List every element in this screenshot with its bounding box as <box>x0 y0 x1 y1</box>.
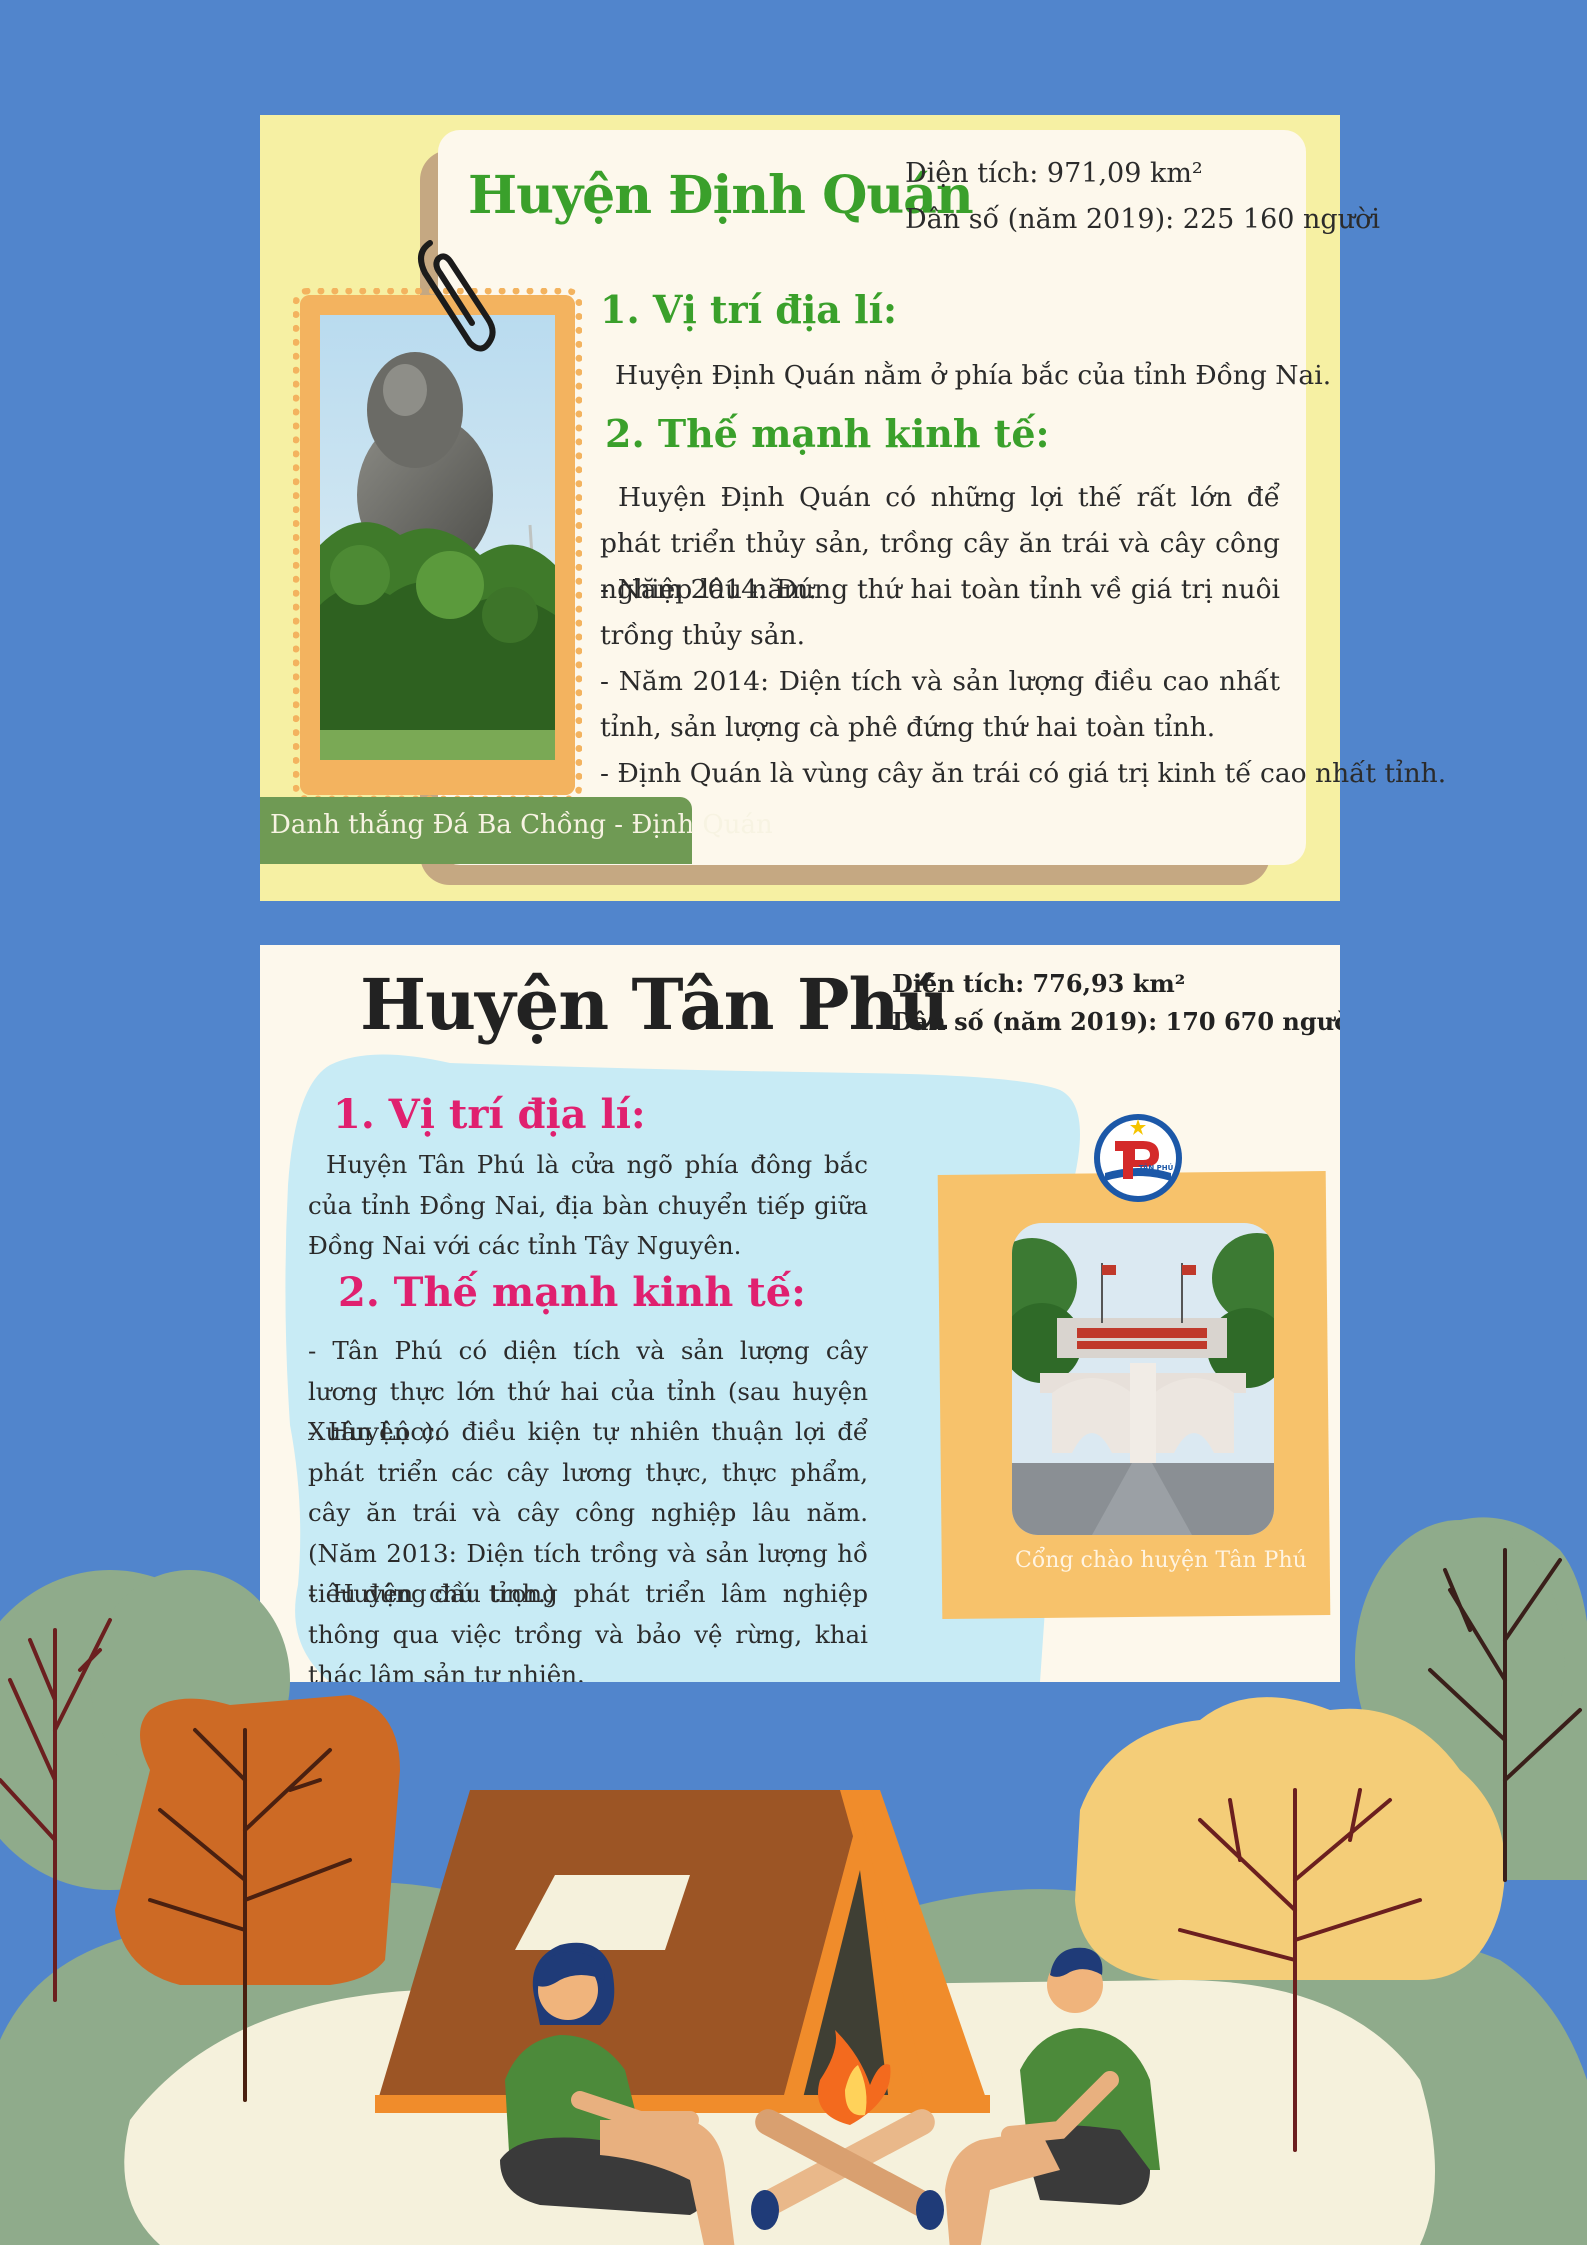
photo-caption: Danh thắng Đá Ba Chồng - Định Quán <box>270 810 773 840</box>
section-location-text: Huyện Định Quán nằm ở phía bắc của tỉnh … <box>615 360 1332 391</box>
district-title: Huyện Định Quán <box>468 165 974 226</box>
economy-bullet-1: - Năm 2014: Đứng thứ hai toàn tỉnh về gi… <box>600 574 1280 651</box>
population-text: Dân số (năm 2019): 170 670 người <box>892 1007 1340 1036</box>
photo-frame <box>293 288 582 802</box>
section-economy-heading: 2. Thế mạnh kinh tế: <box>338 1269 806 1316</box>
section-location-heading: 1. Vị trí địa lí: <box>333 1091 646 1138</box>
tan-phu-logo-icon: TÂN PHÚ <box>1094 1114 1182 1202</box>
card-dinh-quan: Huyện Định Quán Diện tích: 971,09 km² Dâ… <box>260 115 1447 901</box>
section-location-heading: 1. Vị trí địa lí: <box>600 287 898 332</box>
district-stats: Diện tích: 971,09 km² Dân số (năm 2019):… <box>905 151 1380 243</box>
area-text: Diện tích: 776,93 km² <box>892 969 1186 998</box>
svg-text:TÂN PHÚ: TÂN PHÚ <box>1139 1163 1174 1172</box>
area-text: Diện tích: 971,09 km² <box>905 158 1203 189</box>
camping-scene-illustration <box>0 1517 1587 2245</box>
section-location-text: Huyện Tân Phú là cửa ngõ phía đông bắc c… <box>308 1150 868 1260</box>
district-title: Huyện Tân Phú <box>360 963 949 1046</box>
da-ba-chong-photo <box>320 315 555 760</box>
population-text: Dân số (năm 2019): 225 160 người <box>905 204 1380 235</box>
economy-bullet-2: - Năm 2014: Diện tích và sản lượng điều … <box>600 666 1280 743</box>
district-stats: Diện tích: 776,93 km² Dân số (năm 2019):… <box>892 965 1340 1041</box>
section-economy-heading: 2. Thế mạnh kinh tế: <box>605 411 1050 456</box>
paperclip-icon <box>418 240 496 352</box>
economy-bullet-3: - Định Quán là vùng cây ăn trái có giá t… <box>600 758 1447 789</box>
